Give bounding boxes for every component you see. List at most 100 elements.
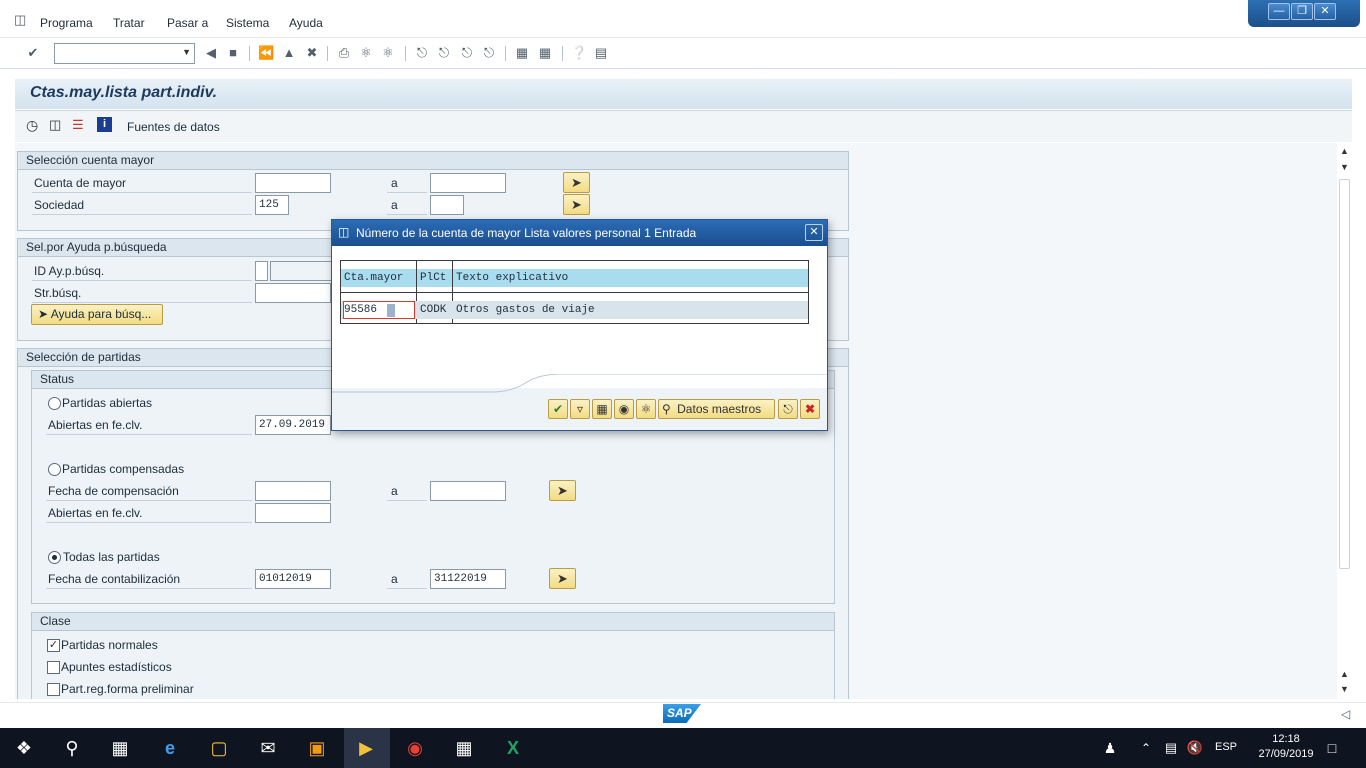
find-icon[interactable]: ⚛ <box>636 399 656 419</box>
people-icon[interactable]: ♟ <box>1098 736 1122 760</box>
fecha-contabilizacion-multiple-button[interactable]: ➤ <box>549 568 576 589</box>
fecha-contabilizacion-to-input[interactable]: 31122019 <box>430 569 506 589</box>
file-explorer-icon[interactable]: ▢ <box>207 736 231 760</box>
status-collapse-icon[interactable]: ◁ <box>1341 707 1350 721</box>
label-underline <box>387 214 427 215</box>
checkbox-part-reg-preliminar[interactable] <box>47 683 60 696</box>
fuentes-datos-button[interactable]: Fuentes de datos <box>127 120 220 134</box>
sap-menu-icon[interactable]: ◫ <box>14 12 26 28</box>
cuenta-mayor-label: Cuenta de mayor <box>34 176 127 190</box>
restore-icon[interactable]: ❐ <box>1291 3 1313 20</box>
search-icon[interactable]: ⚲ <box>60 736 84 760</box>
volume-muted-icon[interactable]: 🔇 <box>1183 736 1207 760</box>
sort-icon[interactable]: ▦ <box>592 399 612 419</box>
cuenta-mayor-from-input[interactable] <box>255 173 331 193</box>
radio-partidas-abiertas[interactable] <box>48 397 61 410</box>
fecha-compensacion-to-input[interactable] <box>430 481 506 501</box>
help-icon[interactable]: ❔ <box>571 45 587 61</box>
selection-options-icon[interactable]: ☰ <box>72 118 84 132</box>
cancel-icon[interactable]: ✖ <box>304 45 320 61</box>
menu-tratar[interactable]: Tratar <box>113 16 145 30</box>
grid-header-cta-mayor[interactable]: Cta.mayor <box>341 270 416 286</box>
menu-sistema[interactable]: Sistema <box>226 16 269 30</box>
input-language[interactable]: ESP <box>1215 741 1237 753</box>
grid-cell-texto[interactable]: Otros gastos de viaje <box>453 302 595 318</box>
fecha-contabilizacion-from-input[interactable]: 01012019 <box>255 569 331 589</box>
enter-checkmark-icon[interactable]: ✔ <box>25 45 41 61</box>
sociedad-multiple-selection-button[interactable]: ➤ <box>563 194 590 215</box>
radio-partidas-compensadas[interactable] <box>48 463 61 476</box>
network-icon[interactable]: ▤ <box>1159 736 1183 760</box>
exit-icon[interactable]: ▲ <box>281 45 297 61</box>
save-icon[interactable]: ■ <box>225 45 241 61</box>
ayuda-busqueda-button[interactable]: ➤ Ayuda para búsq... <box>31 304 163 325</box>
menu-pasar-a[interactable]: Pasar a <box>167 16 208 30</box>
new-session-icon[interactable]: ▦ <box>514 45 530 61</box>
find-icon[interactable]: ⚛ <box>358 45 374 61</box>
grid-cell-plct[interactable]: CODK <box>417 302 446 318</box>
variant-icon[interactable]: ◫ <box>49 118 61 132</box>
info-icon[interactable]: i <box>97 117 112 132</box>
abiertas-fecha2-input[interactable] <box>255 503 331 523</box>
close-window-icon[interactable]: ✕ <box>1314 3 1336 20</box>
close-icon[interactable]: ✕ <box>805 224 823 241</box>
print-icon[interactable]: ⎙ <box>336 45 352 61</box>
show-hidden-icons[interactable]: ⌃ <box>1134 736 1158 760</box>
execute-icon[interactable]: ◷ <box>26 118 38 132</box>
find-next-icon[interactable]: ⚛ <box>380 45 396 61</box>
scroll-up-icon[interactable]: ▲ <box>1340 146 1349 156</box>
last-page-icon[interactable]: ⎋ <box>481 45 497 61</box>
scrollbar-thumb[interactable] <box>1339 179 1350 569</box>
previous-page-icon[interactable]: ⎋ <box>436 45 452 61</box>
back-icon[interactable]: ◀ <box>203 45 219 61</box>
minimize-icon[interactable]: — <box>1268 3 1290 20</box>
scroll-up-icon[interactable]: ▼ <box>1340 162 1349 172</box>
vertical-scrollbar[interactable]: ▲ ▼ ▲ ▼ <box>1337 143 1352 699</box>
confirm-checkmark-icon[interactable]: ✔ <box>548 399 568 419</box>
menu-programa[interactable]: Programa <box>40 16 93 30</box>
edge-browser-icon[interactable]: e <box>158 736 182 760</box>
abiertas-fecha-input[interactable]: 27.09.2019 <box>255 415 331 435</box>
grid-cell-cta-mayor[interactable]: 95586 <box>341 302 377 318</box>
next-page-icon[interactable]: ⎋ <box>459 45 475 61</box>
chevron-down-icon[interactable]: ▼ <box>182 47 191 57</box>
cancel-x-icon[interactable]: ✖ <box>800 399 820 419</box>
chrome-icon[interactable]: ◉ <box>403 736 427 760</box>
first-page-icon[interactable]: ⎋ <box>414 45 430 61</box>
windows-start-icon[interactable]: ❖ <box>12 736 36 760</box>
sociedad-to-input[interactable] <box>430 195 464 215</box>
fecha-compensacion-multiple-button[interactable]: ➤ <box>549 480 576 501</box>
cuenta-multiple-selection-button[interactable]: ➤ <box>563 172 590 193</box>
grid-row-separator <box>341 292 808 293</box>
radio-todas-partidas[interactable] <box>48 551 61 564</box>
calculator-icon[interactable]: ▦ <box>452 736 476 760</box>
group-header: Clase <box>32 613 834 631</box>
sociedad-input[interactable]: 125 <box>255 195 289 215</box>
checkbox-partidas-normales[interactable]: ✓ <box>47 639 60 652</box>
excel-icon[interactable]: X <box>501 736 525 760</box>
clock[interactable]: 12:18 27/09/2019 <box>1256 733 1316 760</box>
notifications-icon[interactable]: □ <box>1320 736 1344 760</box>
mail-icon[interactable]: ✉ <box>256 736 280 760</box>
checkbox-apuntes-estadisticos[interactable] <box>47 661 60 674</box>
shortcut-icon[interactable]: ▦ <box>537 45 553 61</box>
outlook-icon[interactable]: ▣ <box>305 736 329 760</box>
pin-icon[interactable]: ⎋ <box>778 399 798 419</box>
scroll-down-icon[interactable]: ▲ <box>1340 669 1349 679</box>
str-busq-input[interactable] <box>255 283 331 303</box>
command-field[interactable]: ▼ <box>54 43 195 64</box>
task-view-icon[interactable]: ▦ <box>108 736 132 760</box>
back-nav-icon[interactable]: ⏪ <box>258 45 274 61</box>
grid-header-plct[interactable]: PlCt <box>417 270 453 286</box>
sap-logon-icon[interactable]: ▶ <box>354 736 378 760</box>
menu-ayuda[interactable]: Ayuda <box>289 16 323 30</box>
binoculars-icon[interactable]: ◉ <box>614 399 634 419</box>
cuenta-mayor-to-input[interactable] <box>430 173 506 193</box>
datos-maestros-button[interactable]: ⚲ Datos maestros <box>658 399 775 419</box>
fecha-compensacion-from-input[interactable] <box>255 481 331 501</box>
scroll-down-icon[interactable]: ▼ <box>1340 684 1349 694</box>
filter-icon[interactable]: ▿ <box>570 399 590 419</box>
grid-header-texto[interactable]: Texto explicativo <box>453 270 808 286</box>
id-ayuda-input[interactable] <box>255 261 268 281</box>
layout-menu-icon[interactable]: ▤ <box>593 45 609 61</box>
